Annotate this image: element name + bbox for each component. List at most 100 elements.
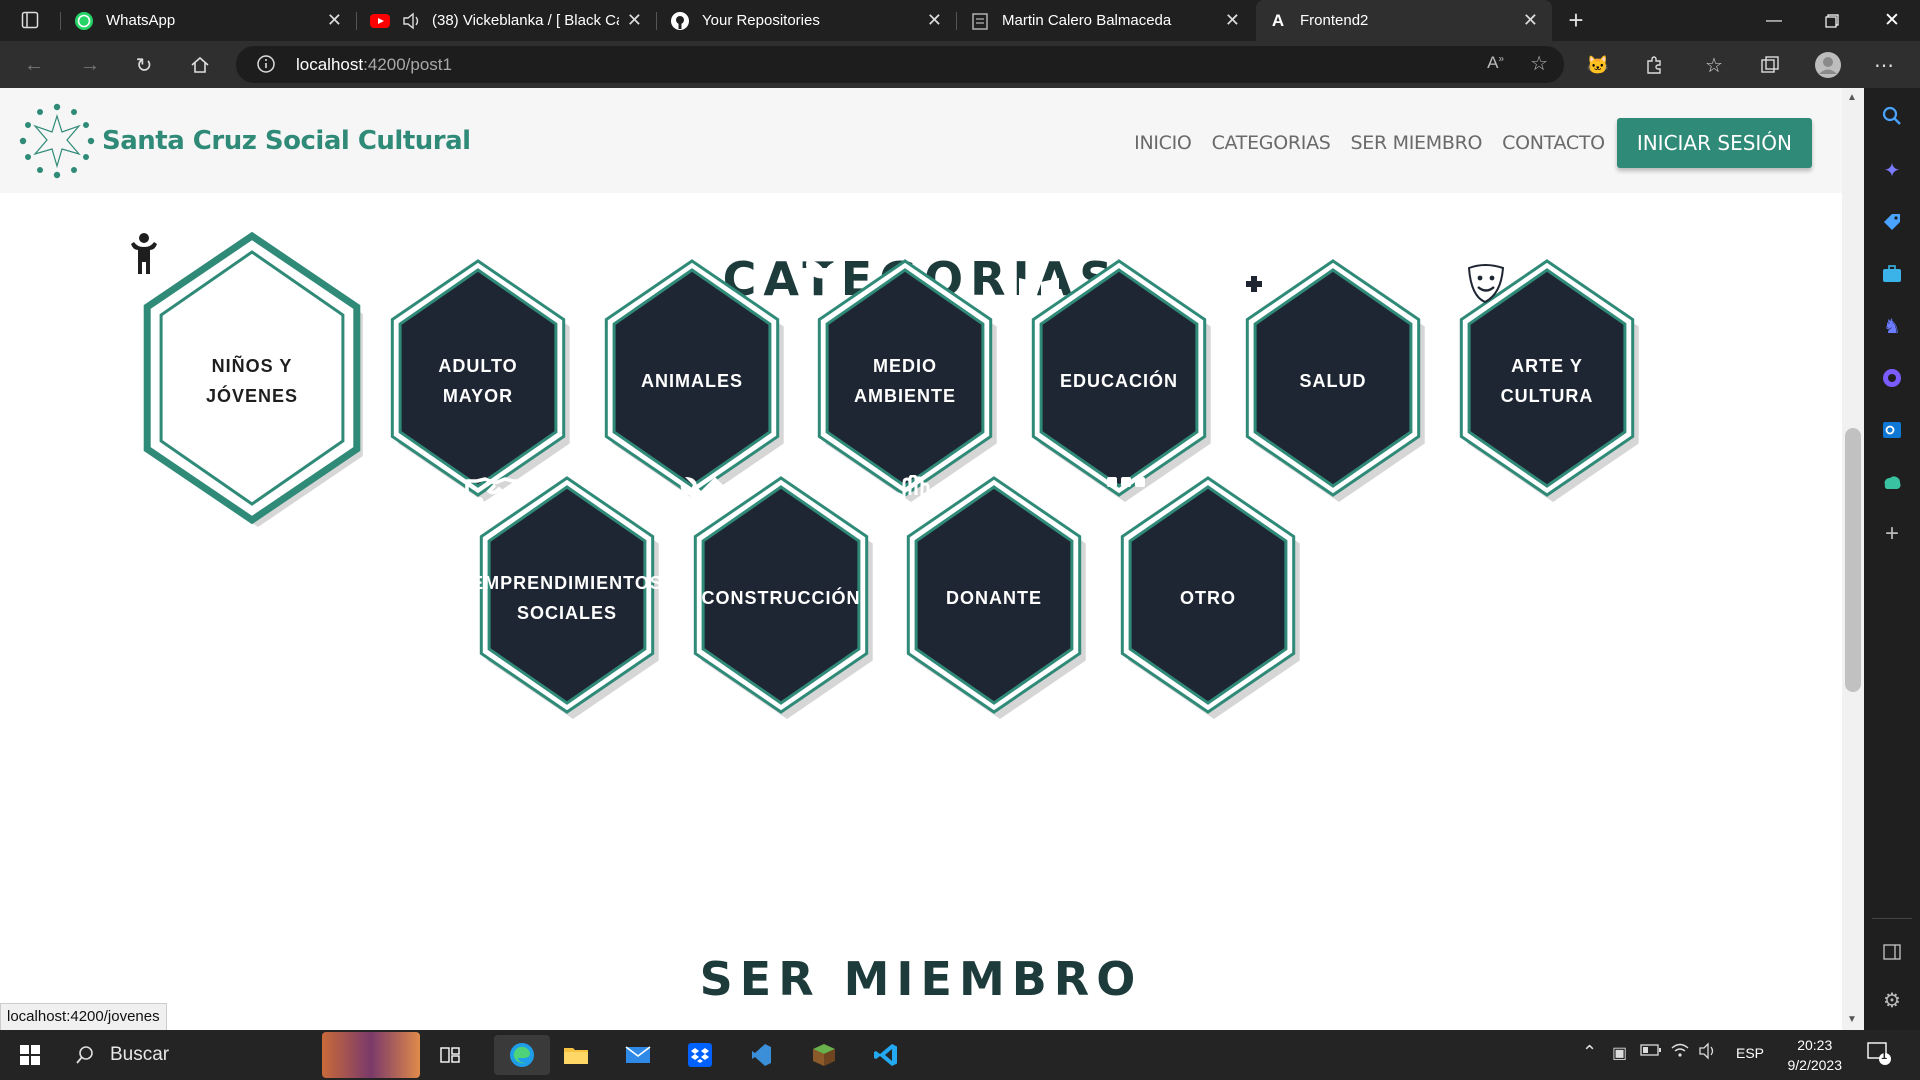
games-icon[interactable]: ♞ bbox=[1880, 314, 1904, 338]
tab-label: Your Repositories bbox=[702, 12, 820, 29]
taskbar-search[interactable]: Buscar bbox=[62, 1035, 292, 1075]
search-highlight-image[interactable] bbox=[322, 1032, 420, 1078]
site-header: Santa Cruz Social Cultural INICIO CATEGO… bbox=[0, 88, 1842, 193]
close-icon[interactable]: ✕ bbox=[1523, 10, 1538, 31]
nav-contacto[interactable]: CONTACTO bbox=[1502, 132, 1605, 154]
tab-frontend2[interactable]: A Frontend2 ✕ bbox=[1256, 0, 1552, 41]
restore-button[interactable] bbox=[1804, 0, 1860, 41]
collections-icon[interactable] bbox=[1752, 47, 1788, 83]
category-tile[interactable]: ADULTO MAYOR bbox=[376, 258, 580, 502]
profile-avatar-icon[interactable] bbox=[1810, 47, 1846, 83]
login-button[interactable]: INICIAR SESIÓN bbox=[1616, 118, 1812, 168]
copilot-icon[interactable]: ✦ bbox=[1880, 158, 1904, 182]
brand[interactable]: Santa Cruz Social Cultural bbox=[18, 102, 471, 180]
speaker-icon[interactable] bbox=[402, 11, 422, 31]
notifications-icon[interactable]: 1 bbox=[1866, 1040, 1892, 1071]
category-tile[interactable]: EMPRENDIMIENTOS SOCIALES bbox=[465, 475, 669, 719]
clock[interactable]: 20:23 9/2/2023 bbox=[1788, 1035, 1843, 1075]
chevron-up-icon[interactable]: ⌃ bbox=[1582, 1042, 1597, 1063]
meet-now-icon[interactable]: ▣ bbox=[1612, 1043, 1627, 1063]
shopping-tag-icon[interactable] bbox=[1880, 210, 1904, 234]
minimize-button[interactable]: — bbox=[1746, 0, 1802, 41]
category-label: SALUD bbox=[1299, 371, 1367, 391]
scroll-down-icon[interactable]: ▼ bbox=[1847, 1014, 1857, 1025]
category-tile[interactable]: MEDIO AMBIENTE bbox=[803, 258, 1007, 502]
language-indicator[interactable]: ESP bbox=[1736, 1045, 1764, 1061]
category-tile[interactable]: CONSTRUCCIÓN bbox=[679, 475, 883, 719]
category-label: ANIMALES bbox=[641, 371, 743, 391]
category-tile[interactable]: NIÑOS Y JÓVENES bbox=[127, 232, 377, 527]
task-view-icon[interactable] bbox=[430, 1035, 470, 1075]
settings-gear-icon[interactable]: ⚙ bbox=[1880, 988, 1904, 1012]
nav-categorias[interactable]: CATEGORIAS bbox=[1212, 132, 1331, 154]
youtube-icon bbox=[370, 11, 390, 31]
mail-icon[interactable] bbox=[618, 1035, 658, 1075]
read-aloud-icon[interactable]: A» bbox=[1487, 53, 1504, 73]
new-tab-button[interactable]: + bbox=[1558, 2, 1594, 38]
info-icon[interactable] bbox=[256, 54, 276, 79]
close-window-button[interactable]: ✕ bbox=[1864, 0, 1920, 41]
page-icon bbox=[970, 11, 990, 31]
scrollbar-thumb[interactable] bbox=[1845, 428, 1861, 692]
file-explorer-icon[interactable] bbox=[556, 1035, 596, 1075]
close-icon[interactable]: ✕ bbox=[627, 10, 642, 31]
link-status-tooltip: localhost:4200/jovenes bbox=[0, 1003, 167, 1031]
hide-sidebar-icon[interactable] bbox=[1880, 940, 1904, 964]
favorite-add-icon[interactable]: ☆ bbox=[1530, 51, 1548, 76]
wifi-icon[interactable] bbox=[1670, 1041, 1690, 1064]
logo-icon bbox=[19, 103, 95, 179]
tab-label: Martin Calero Balmaceda bbox=[1002, 12, 1172, 29]
category-label: MEDIO AMBIENTE bbox=[854, 356, 956, 406]
category-tile[interactable]: OTRO bbox=[1106, 475, 1310, 719]
scroll-up-icon[interactable]: ▲ bbox=[1847, 92, 1857, 103]
tab-label: WhatsApp bbox=[106, 12, 176, 29]
dropbox-icon[interactable] bbox=[680, 1035, 720, 1075]
category-tile[interactable]: SALUD bbox=[1231, 258, 1435, 502]
tab-profile-page[interactable]: Martin Calero Balmaceda ✕ bbox=[958, 0, 1254, 41]
close-icon[interactable]: ✕ bbox=[327, 10, 342, 31]
category-tile[interactable]: DONANTE bbox=[892, 475, 1096, 719]
add-icon[interactable]: + bbox=[1880, 520, 1904, 547]
outlook-icon[interactable] bbox=[1880, 418, 1904, 442]
microsoft365-icon[interactable] bbox=[1880, 366, 1904, 390]
tools-briefcase-icon[interactable] bbox=[1880, 262, 1904, 286]
extension-cat-icon[interactable]: 🐱 bbox=[1580, 47, 1616, 83]
nav-inicio[interactable]: INICIO bbox=[1134, 132, 1192, 154]
minecraft-icon[interactable] bbox=[804, 1035, 844, 1075]
page-viewport: Santa Cruz Social Cultural INICIO CATEGO… bbox=[0, 88, 1842, 1030]
tab-label: (38) Vickeblanka / [ Black Ca bbox=[432, 12, 619, 29]
extensions-icon[interactable] bbox=[1636, 47, 1672, 83]
home-icon[interactable] bbox=[182, 47, 218, 83]
nav-ser-miembro[interactable]: SER MIEMBRO bbox=[1351, 132, 1483, 154]
category-tile[interactable]: EDUCACIÓN bbox=[1017, 258, 1221, 502]
member-title: SER MIEMBRO bbox=[699, 952, 1143, 1006]
windows-start-icon[interactable] bbox=[10, 1035, 50, 1075]
address-bar[interactable]: localhost:4200/post1 A» ☆ bbox=[236, 46, 1564, 83]
tab-actions-icon[interactable] bbox=[12, 2, 48, 38]
visual-studio-icon[interactable] bbox=[742, 1035, 782, 1075]
category-label: ADULTO MAYOR bbox=[438, 356, 518, 406]
taskbar: Buscar ⌃ ▣ ESP 20:23 9/2/2023 1 bbox=[0, 1030, 1920, 1080]
vscode-icon[interactable] bbox=[866, 1035, 906, 1075]
category-tile[interactable]: ARTE Y CULTURA bbox=[1445, 258, 1649, 502]
refresh-icon[interactable]: ↻ bbox=[126, 47, 162, 83]
drop-icon[interactable] bbox=[1880, 470, 1904, 494]
tab-github[interactable]: Your Repositories ✕ bbox=[658, 0, 956, 41]
more-menu-icon[interactable]: ⋯ bbox=[1866, 47, 1902, 83]
volume-icon[interactable] bbox=[1698, 1042, 1718, 1065]
search-icon[interactable] bbox=[1880, 104, 1904, 128]
battery-icon[interactable] bbox=[1640, 1043, 1662, 1062]
url-text: localhost:4200/post1 bbox=[296, 54, 452, 74]
category-label: CONSTRUCCIÓN bbox=[701, 588, 861, 608]
category-label: EDUCACIÓN bbox=[1059, 371, 1178, 391]
close-icon[interactable]: ✕ bbox=[927, 10, 942, 31]
back-icon[interactable]: ← bbox=[16, 47, 52, 83]
close-icon[interactable]: ✕ bbox=[1225, 10, 1240, 31]
tab-whatsapp[interactable]: WhatsApp ✕ bbox=[62, 0, 356, 41]
tab-youtube[interactable]: (38) Vickeblanka / [ Black Ca ✕ bbox=[358, 0, 656, 41]
edge-icon[interactable] bbox=[494, 1035, 550, 1075]
forward-icon[interactable]: → bbox=[72, 47, 108, 83]
favorites-icon[interactable]: ☆ bbox=[1696, 47, 1732, 83]
category-tile[interactable]: ANIMALES bbox=[590, 258, 794, 502]
category-label: ARTE Y CULTURA bbox=[1500, 356, 1594, 406]
